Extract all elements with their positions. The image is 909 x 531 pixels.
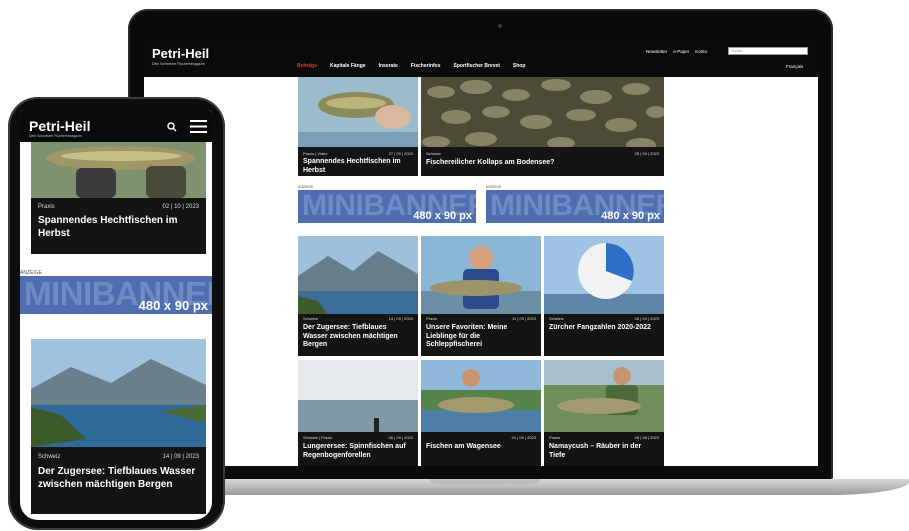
ad-label: ANZEIGE [486,185,502,189]
article-category: Schweiz [549,316,564,321]
ad-label: ANZEIGE [298,185,314,189]
search-input[interactable]: Suche [728,47,808,55]
mini-banner[interactable]: MINIBANNER 480 x 90 px [298,190,476,223]
laptop-notch [430,479,540,485]
account-link[interactable]: Konto [695,49,707,54]
banner-size: 480 x 90 px [138,298,208,313]
article-category: Schweiz [303,316,318,321]
epaper-link[interactable]: e-Paper [673,49,689,54]
banner-size: 480 x 90 px [413,210,472,222]
article-date: 14 | 09 | 2023 [162,454,199,460]
article-category: Schweiz | Praxis [303,435,333,440]
nav-item-beitraege[interactable]: Beiträge [297,63,317,69]
article-title[interactable]: Spannendes Hechtfischen im Herbst [38,214,199,240]
article-title[interactable]: Der Zugersee: Tiefblaues Wasser zwischen… [38,465,199,491]
article-category: Schweiz [38,454,61,460]
site-tagline: Dein Schweizer Fischereimagazin [152,62,205,66]
article-date: 28 | 08 | 2023 [634,435,659,440]
article-date: 25 | 09 | 2023 [634,151,659,156]
article-date: 08 | 09 | 2023 [634,316,659,321]
article-image [544,236,664,356]
main-nav: Beiträge Kapitale Fänge Inserate Fischer… [297,63,525,69]
article-category: Praxis [549,435,561,440]
article-card[interactable]: Schweiz 08 | 09 | 2023 Zürcher Fangzahle… [544,236,664,356]
nav-item-fischerinfos[interactable]: Fischerinfos [411,63,441,69]
article-title[interactable]: Fischen am Wagensee [426,443,536,452]
language-switch[interactable]: Français [786,64,803,69]
utility-nav: Newsletter e-Paper Konto [646,49,707,54]
laptop-screen: Petri-Heil Dein Schweizer Fischereimagaz… [144,40,818,466]
menu-icon[interactable] [190,120,207,133]
newsletter-link[interactable]: Newsletter [646,49,667,54]
article-card[interactable]: Schweiz 25 | 09 | 2023 Fischereilicher K… [421,77,664,176]
article-title[interactable]: Fischereilicher Kollaps am Bodensee? [426,159,659,168]
article-date: 01 | 09 | 2023 [511,435,536,440]
site-logo[interactable]: Petri-Heil [29,118,90,134]
article-category: Praxis [38,204,55,210]
article-card[interactable]: Praxis 02 | 10 | 2023 Spannendes Hechtfi… [31,142,206,254]
article-date: 27 | 09 | 2023 [388,151,413,156]
site-logo[interactable]: Petri-Heil [152,46,209,61]
article-card[interactable]: 01 | 09 | 2023 Fischen am Wagensee [421,360,541,466]
article-title[interactable]: Spannendes Hechtfischen im Herbst [303,158,413,175]
article-card[interactable]: Praxis 28 | 08 | 2023 Namaycush – Räuber… [544,360,664,466]
nav-item-inserate[interactable]: Inserate [379,63,398,69]
nav-item-shop[interactable]: Shop [513,63,526,69]
article-title[interactable]: Der Zugersee: Tiefblaues Wasser zwischen… [303,324,413,350]
article-date: 11 | 09 | 2023 [511,316,536,321]
mini-banner[interactable]: MINIBANNER 480 x 90 px [486,190,664,223]
mobile-header: Petri-Heil Dein Schweizer Fischereimagaz… [20,110,212,142]
article-card[interactable]: Schweiz | Praxis 06 | 09 | 2023 Lungerer… [298,360,418,466]
article-card[interactable]: Schweiz 14 | 09 | 2023 Der Zugersee: Tie… [298,236,418,356]
article-date: 02 | 10 | 2023 [162,204,199,210]
article-card[interactable]: Schweiz 14 | 09 | 2023 Der Zugersee: Tie… [31,339,206,514]
search-icon[interactable] [167,122,177,132]
article-title[interactable]: Lungerersee: Spinnfischen auf Regenbogen… [303,443,413,460]
article-title[interactable]: Zürcher Fangzahlen 2020-2022 [549,324,659,333]
article-category: Schweiz [426,151,441,156]
article-date: 14 | 09 | 2023 [388,316,413,321]
banner-size: 480 x 90 px [601,210,660,222]
article-title[interactable]: Namaycush – Räuber in der Tiefe [549,443,659,460]
mini-banner[interactable]: MINIBANNER 480 x 90 px [20,276,212,314]
article-category: Praxis [426,316,438,321]
phone-screen: Petri-Heil Dein Schweizer Fischereimagaz… [20,110,212,520]
article-card[interactable]: Praxis 11 | 09 | 2023 Unsere Favoriten: … [421,236,541,356]
nav-item-kapitale-faenge[interactable]: Kapitale Fänge [330,63,366,69]
article-date: 06 | 09 | 2023 [388,435,413,440]
site-tagline: Dein Schweizer Fischereimagazin [29,134,82,138]
article-category: Praxis | Video [303,151,328,156]
article-card[interactable]: Praxis | Video 27 | 09 | 2023 Spannendes… [298,77,418,176]
nav-item-brevet[interactable]: Sportfischer Brevet [454,63,500,69]
device-mockup: Petri-Heil Dein Schweizer Fischereimagaz… [0,0,909,531]
article-title[interactable]: Unsere Favoriten: Meine Lieblinge für di… [426,324,536,350]
site-header: Petri-Heil Dein Schweizer Fischereimagaz… [144,40,818,77]
camera-icon [498,24,502,28]
